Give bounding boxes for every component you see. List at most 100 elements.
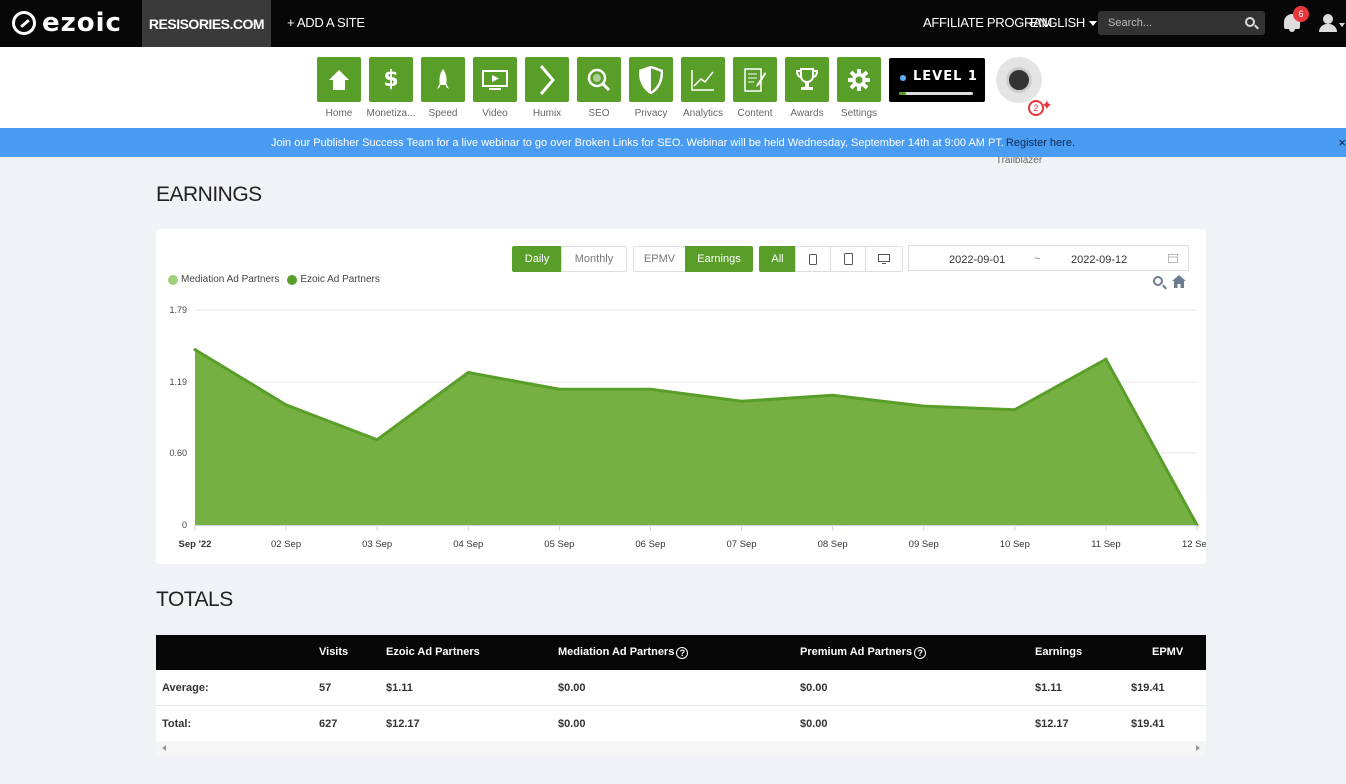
monthly-button[interactable]: Monthly: [561, 246, 627, 272]
tablet-device-button[interactable]: [830, 246, 866, 272]
level-progress-bar: [899, 92, 973, 95]
x-tick-label: 03 Sep: [362, 539, 392, 550]
zoom-icon[interactable]: [1153, 276, 1163, 286]
row-label: Total:: [162, 718, 192, 730]
row-label: Average:: [162, 682, 209, 694]
data-point: [1013, 408, 1017, 412]
x-tick-label: 11 Sep: [1091, 539, 1120, 550]
caret-down-icon: [1088, 21, 1097, 27]
toolbar-button-speed[interactable]: [421, 57, 465, 102]
table-header: Visits Ezoic Ad Partners Mediation Ad Pa…: [156, 635, 1206, 670]
desktop-icon: [878, 254, 890, 264]
toolbar-label: Humix: [532, 108, 562, 119]
legend-label: Mediation Ad Partners: [181, 274, 280, 285]
toolbar-button-seo[interactable]: [577, 57, 621, 102]
search-box: [1098, 11, 1265, 35]
toolbar-label: Awards: [790, 108, 824, 119]
legend-item-ezoic[interactable]: Ezoic Ad Partners: [287, 274, 380, 285]
site-selector[interactable]: RESISORIES.COM: [142, 0, 271, 47]
search-icon[interactable]: [1245, 17, 1255, 27]
astronaut-avatar-icon[interactable]: [996, 57, 1042, 103]
line-chart-icon: [691, 69, 715, 91]
add-site-link[interactable]: + ADD A SITE: [287, 15, 365, 30]
level-dot-icon: [900, 75, 906, 81]
date-to: 2022-09-12: [1071, 254, 1128, 266]
toolbar-button-monetiza[interactable]: $: [369, 57, 413, 102]
y-tick-label: 0.60: [169, 448, 187, 458]
toolbar-button-awards[interactable]: [785, 57, 829, 102]
ezoic-logo[interactable]: ezoic: [12, 8, 122, 38]
scroll-left-arrow-icon[interactable]: [162, 745, 166, 751]
cell-premium: $0.00: [800, 682, 828, 694]
toolbar-label: Speed: [428, 108, 458, 119]
x-tick-label: 08 Sep: [818, 539, 848, 550]
toolbar-label: Privacy: [634, 108, 668, 119]
earnings-button[interactable]: Earnings: [685, 246, 753, 272]
series-area-ezoic: [195, 349, 1197, 525]
rocket-icon: [436, 68, 450, 91]
cell-premium: $0.00: [800, 718, 828, 730]
data-point: [922, 404, 926, 408]
y-tick-label: 1.79: [169, 305, 187, 315]
mobile-device-button[interactable]: [795, 246, 831, 272]
all-devices-button[interactable]: All: [759, 246, 796, 272]
data-point: [193, 348, 197, 352]
data-point: [1195, 523, 1199, 527]
date-from: 2022-09-01: [949, 254, 1006, 266]
desktop-device-button[interactable]: [865, 246, 903, 272]
gear-icon: [847, 68, 871, 92]
toolbar-button-video[interactable]: [473, 57, 517, 102]
language-dropdown[interactable]: ENGLISH: [1030, 15, 1097, 30]
help-icon[interactable]: ?: [914, 647, 927, 659]
cell-earnings: $12.17: [1035, 718, 1069, 730]
x-tick-label: Sep '22: [179, 539, 212, 550]
x-tick-label: 10 Sep: [1000, 539, 1030, 550]
data-point: [284, 403, 288, 407]
x-tick-label: 12 Sep: [1182, 539, 1206, 550]
legend-item-mediation[interactable]: Mediation Ad Partners: [168, 274, 279, 285]
legend-label: Ezoic Ad Partners: [300, 274, 380, 285]
daily-button[interactable]: Daily: [512, 246, 562, 272]
scroll-right-arrow-icon[interactable]: [1196, 745, 1200, 751]
calendar-icon: [1168, 254, 1178, 263]
x-tick-label: 07 Sep: [726, 539, 756, 550]
logo-mark-icon: [12, 11, 36, 35]
x-tick-label: 09 Sep: [909, 539, 939, 550]
search-input[interactable]: [1098, 11, 1238, 35]
cell-ezoic: $12.17: [386, 718, 420, 730]
register-link[interactable]: Register here.: [1006, 137, 1075, 149]
level-badge[interactable]: LEVEL 1: [889, 58, 985, 102]
y-tick-label: 1.19: [169, 377, 187, 387]
cell-visits: 57: [319, 682, 332, 694]
cell-epmv: $19.41: [1131, 682, 1165, 694]
help-icon[interactable]: ?: [676, 647, 689, 659]
col-mediation-ad-partners: Mediation Ad Partners?: [558, 646, 689, 659]
close-icon[interactable]: ×: [1338, 135, 1346, 150]
sparkle-icon: ✦: [1041, 97, 1053, 113]
language-label: ENGLISH: [1030, 15, 1085, 30]
toolbar-button-home[interactable]: [317, 57, 361, 102]
toolbar-button-analytics[interactable]: [681, 57, 725, 102]
legend-swatch: [287, 274, 298, 285]
toolbar-button-humix[interactable]: [525, 57, 569, 102]
data-point: [648, 387, 652, 391]
notification-badge: 6: [1293, 6, 1309, 22]
document-edit-icon: [743, 67, 767, 92]
date-range-picker[interactable]: 2022-09-01 ~ 2022-09-12: [908, 245, 1189, 271]
toolbar-button-privacy[interactable]: [629, 57, 673, 102]
epmv-button[interactable]: EPMV: [633, 246, 686, 272]
reset-zoom-home-icon[interactable]: [1172, 275, 1186, 288]
webinar-banner: Join our Publisher Success Team for a li…: [0, 128, 1346, 157]
chart-legend: Mediation Ad Partners Ezoic Ad Partners: [168, 274, 380, 285]
horizontal-scrollbar[interactable]: [156, 741, 1206, 756]
toolbar-label: SEO: [588, 108, 610, 119]
table-row-total: Total: 627 $12.17 $0.00 $0.00 $12.17 $19…: [156, 706, 1206, 742]
col-ezoic-ad-partners: Ezoic Ad Partners: [386, 646, 480, 658]
toolbar-button-content[interactable]: [733, 57, 777, 102]
cell-epmv: $19.41: [1131, 718, 1165, 730]
legend-swatch: [168, 274, 178, 285]
app-toolbar: Home $ Monetiza... Speed Video Humix SEO Privac…: [0, 47, 1346, 166]
user-menu-icon[interactable]: [1319, 14, 1345, 34]
top-navbar: ezoic RESISORIES.COM + ADD A SITE AFFILI…: [0, 0, 1346, 47]
toolbar-button-settings[interactable]: [837, 57, 881, 102]
